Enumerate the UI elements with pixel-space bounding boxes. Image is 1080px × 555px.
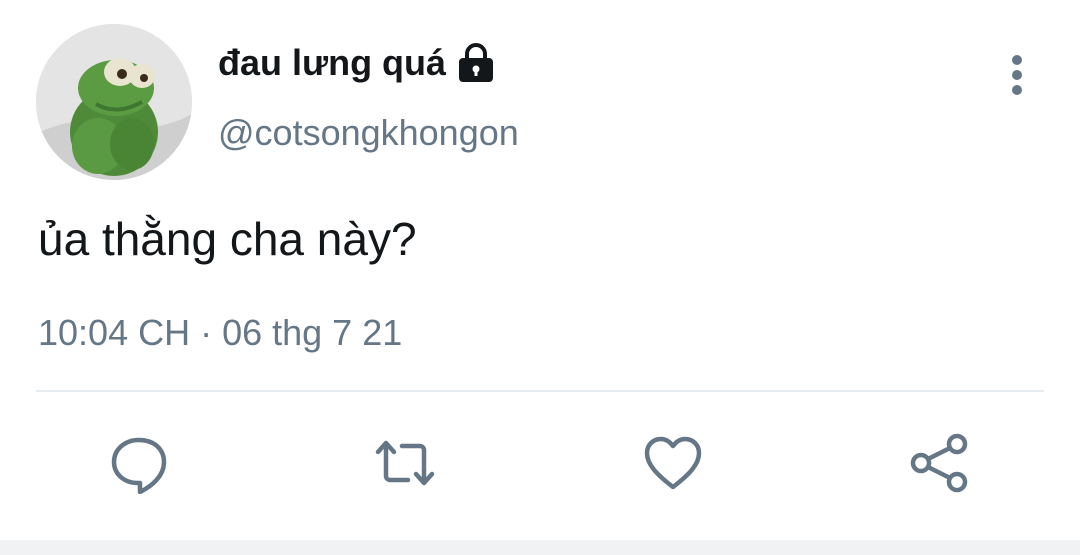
heart-icon (644, 436, 702, 490)
share-button[interactable] (908, 432, 970, 494)
avatar[interactable] (36, 24, 192, 180)
more-vertical-icon (1012, 55, 1022, 95)
lock-icon (459, 43, 494, 82)
retweet-icon (375, 440, 435, 486)
comment-icon (111, 437, 167, 495)
like-button[interactable] (642, 432, 704, 494)
divider (36, 390, 1044, 392)
more-options-button[interactable] (1000, 52, 1034, 98)
display-name[interactable]: đau lưng quá (218, 42, 496, 84)
share-icon (910, 433, 968, 493)
tweet-timestamp: 10:04 CH · 06 thg 7 21 (38, 312, 403, 353)
reply-button[interactable] (108, 432, 170, 495)
retweet-button[interactable] (374, 432, 436, 494)
display-name-text: đau lưng quá (218, 42, 447, 83)
tweet-text: ủa thằng cha này? (38, 213, 417, 265)
kermit-avatar-icon (36, 24, 192, 180)
user-handle[interactable]: @cotsongkhongon (218, 112, 519, 154)
bottom-edge (0, 540, 1080, 555)
